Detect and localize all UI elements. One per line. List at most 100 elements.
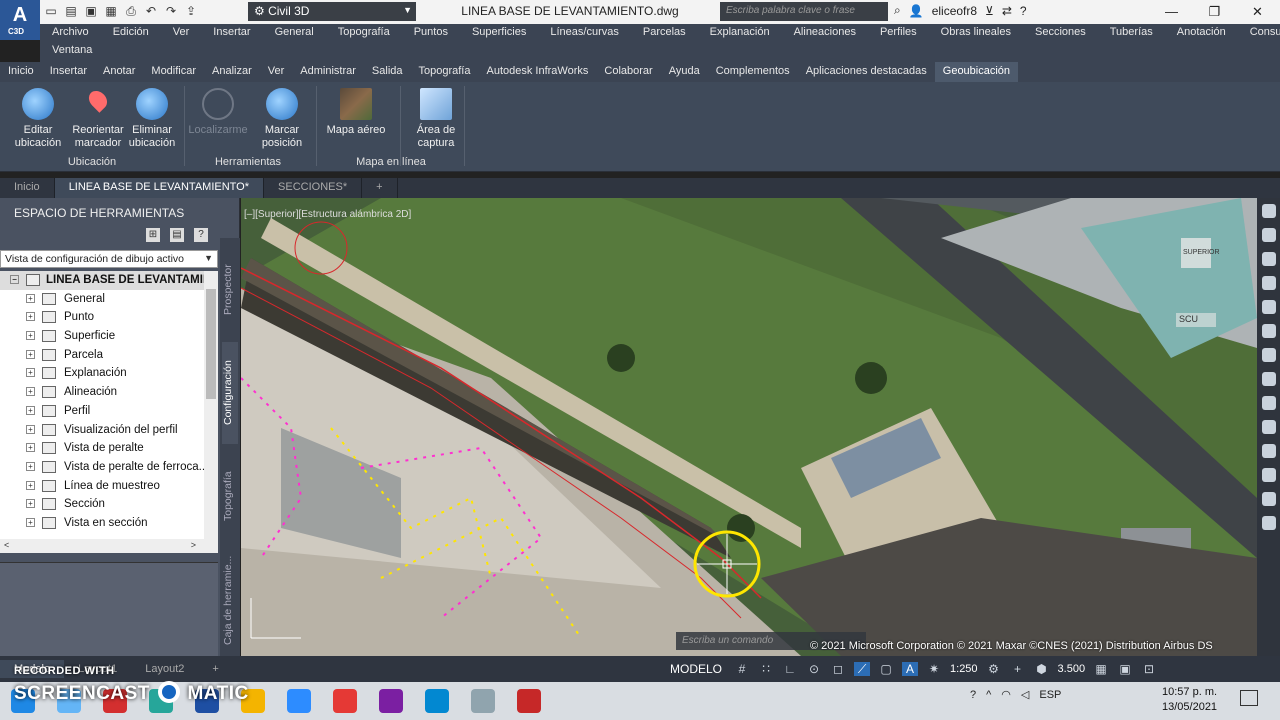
ribbon-tab[interactable]: Insertar (42, 62, 95, 82)
expand-icon[interactable]: + (26, 461, 35, 471)
aerial-map-button[interactable]: Mapa aéreo (322, 88, 390, 137)
tab-prospector[interactable]: Prospector (222, 244, 238, 336)
ribbon-tab[interactable]: Topografía (411, 62, 479, 82)
menu-item[interactable]: General (263, 24, 326, 42)
view-config-select[interactable]: Vista de configuración de dibujo activo … (0, 250, 218, 268)
menu-item[interactable]: Explanación (698, 24, 782, 42)
chrome-icon[interactable] (333, 689, 357, 713)
tree-item[interactable]: + Explanación (0, 364, 204, 383)
edit-location-button[interactable]: Editar ubicación (6, 88, 70, 150)
layer-icon[interactable] (1261, 348, 1276, 362)
showmotion-icon[interactable] (1261, 300, 1276, 314)
document-tab[interactable]: LINEA BASE DE LEVANTAMIENTO* (54, 178, 265, 198)
share-icon[interactable]: ⇪ (184, 4, 198, 18)
scroll-right-icon[interactable]: > (191, 540, 196, 550)
ribbon-tab[interactable]: Salida (364, 62, 411, 82)
tree-horizontal-scrollbar[interactable]: < > (0, 539, 218, 553)
ribbon-tab[interactable]: Ver (260, 62, 293, 82)
tree-options-icon[interactable]: ⊞ (146, 228, 160, 242)
model-space-toggle[interactable]: MODELO (666, 660, 726, 678)
expand-icon[interactable]: + (26, 349, 35, 359)
annotation-icon[interactable]: A (902, 662, 919, 676)
menu-item[interactable]: Puntos (402, 24, 460, 42)
gear-icon[interactable]: ⚙ (986, 662, 1002, 676)
menu-item[interactable]: Parcelas (631, 24, 698, 42)
menu-item[interactable]: Tuberías (1098, 24, 1165, 42)
menu-item[interactable]: Superficies (460, 24, 538, 42)
teamviewer-icon[interactable] (425, 689, 449, 713)
expand-icon[interactable]: + (26, 443, 35, 453)
drawing-canvas[interactable] (241, 198, 1257, 656)
grid-icon[interactable] (1261, 396, 1276, 410)
capture-area-button[interactable]: Área de captura (404, 88, 468, 150)
tree-item[interactable]: + Parcela (0, 346, 204, 365)
save-icon[interactable]: ▣ (84, 4, 98, 18)
menu-item[interactable]: Obras lineales (929, 24, 1023, 42)
viewcube-top-label[interactable]: SUPERIOR (1183, 249, 1220, 256)
maximize-icon[interactable]: ❐ (1193, 0, 1236, 24)
screencast-icon[interactable] (471, 689, 495, 713)
delete-location-button[interactable]: Eliminar ubicación (120, 88, 184, 150)
ribbon-tab[interactable]: Inicio (0, 62, 42, 82)
menu-item[interactable]: Insertar (201, 24, 262, 42)
annotation-scale-value[interactable]: 1:250 (950, 663, 978, 675)
orbit-icon[interactable] (1261, 276, 1276, 290)
ribbon-tab[interactable]: Administrar (292, 62, 364, 82)
menu-item[interactable]: Líneas/curvas (538, 24, 630, 42)
print-icon[interactable]: ⎙ (124, 4, 138, 18)
ribbon-tab[interactable]: Autodesk InfraWorks (478, 62, 596, 82)
grid-icon[interactable]: ▤ (170, 228, 184, 242)
scroll-thumb[interactable] (206, 289, 216, 399)
tree-item[interactable]: + General (0, 290, 204, 309)
tree-vertical-scrollbar[interactable] (204, 271, 218, 539)
ribbon-tab[interactable]: Modificar (143, 62, 204, 82)
taskbar-clock[interactable]: 10:57 p. m. 13/05/2021 (1162, 685, 1217, 715)
mark-position-button[interactable]: Marcar posición (250, 88, 314, 150)
pan-icon[interactable] (1261, 228, 1276, 242)
autocad-icon[interactable] (517, 689, 541, 713)
tree-item[interactable]: + Sección (0, 495, 204, 514)
ribbon-tab[interactable]: Analizar (204, 62, 260, 82)
exchange-icon[interactable]: ⇄ (1002, 4, 1012, 18)
menu-item[interactable]: Anotación (1165, 24, 1238, 42)
expand-icon[interactable]: + (26, 331, 35, 341)
help-icon[interactable] (1261, 516, 1276, 530)
app-icon[interactable] (379, 689, 403, 713)
tree-item[interactable]: + Perfil (0, 402, 204, 421)
menu-item[interactable]: Ventana (40, 42, 104, 62)
hardware-icon[interactable]: ▣ (1117, 662, 1133, 676)
expand-icon[interactable]: + (26, 293, 35, 303)
chevron-up-icon[interactable]: ^ (986, 689, 991, 701)
ribbon-tab[interactable]: Ayuda (661, 62, 708, 82)
ortho-icon[interactable]: ∟ (782, 662, 798, 676)
notifications-icon[interactable] (1240, 690, 1258, 706)
volume-icon[interactable]: ◁ (1021, 688, 1029, 701)
menu-item[interactable]: Perfiles (868, 24, 929, 42)
menu-item[interactable]: Consulta (1238, 24, 1280, 42)
tree-root[interactable]: − LINEA BASE DE LEVANTAMIE... (0, 271, 204, 290)
expand-icon[interactable]: + (26, 424, 35, 434)
menu-item[interactable]: Topografía (326, 24, 402, 42)
snap-icon[interactable]: ∷ (758, 662, 774, 676)
ribbon-tab[interactable]: Geoubicación (934, 62, 1019, 82)
osnap-icon[interactable]: ◻ (830, 662, 846, 676)
grid-icon[interactable]: # (734, 662, 750, 676)
tree-item[interactable]: + Punto (0, 308, 204, 327)
snap-icon[interactable] (1261, 372, 1276, 386)
document-tab[interactable]: + (362, 178, 398, 198)
application-menu-button[interactable]: A C3D (0, 0, 40, 40)
user-name[interactable]: eliceofr8 (932, 4, 977, 18)
elevation-icon[interactable]: ⬢ (1034, 662, 1050, 676)
expand-icon[interactable]: + (26, 517, 35, 527)
layout-tab[interactable]: Layout2 (131, 660, 198, 678)
workspace-dropdown[interactable]: ⚙ Civil 3D ▼ (248, 2, 416, 21)
menu-item[interactable]: Secciones (1023, 24, 1098, 42)
tree-item[interactable]: + Visualización del perfil (0, 421, 204, 440)
wifi-icon[interactable]: ◠ (1001, 688, 1011, 701)
zoom-app-icon[interactable] (287, 689, 311, 713)
menu-item[interactable]: Ver (161, 24, 202, 42)
binoculars-icon[interactable]: ⌕ (894, 3, 901, 18)
fullscreen-icon[interactable]: ⊡ (1141, 662, 1157, 676)
tab-configuracion[interactable]: Configuración (222, 342, 238, 444)
scroll-left-icon[interactable]: < (4, 540, 9, 550)
